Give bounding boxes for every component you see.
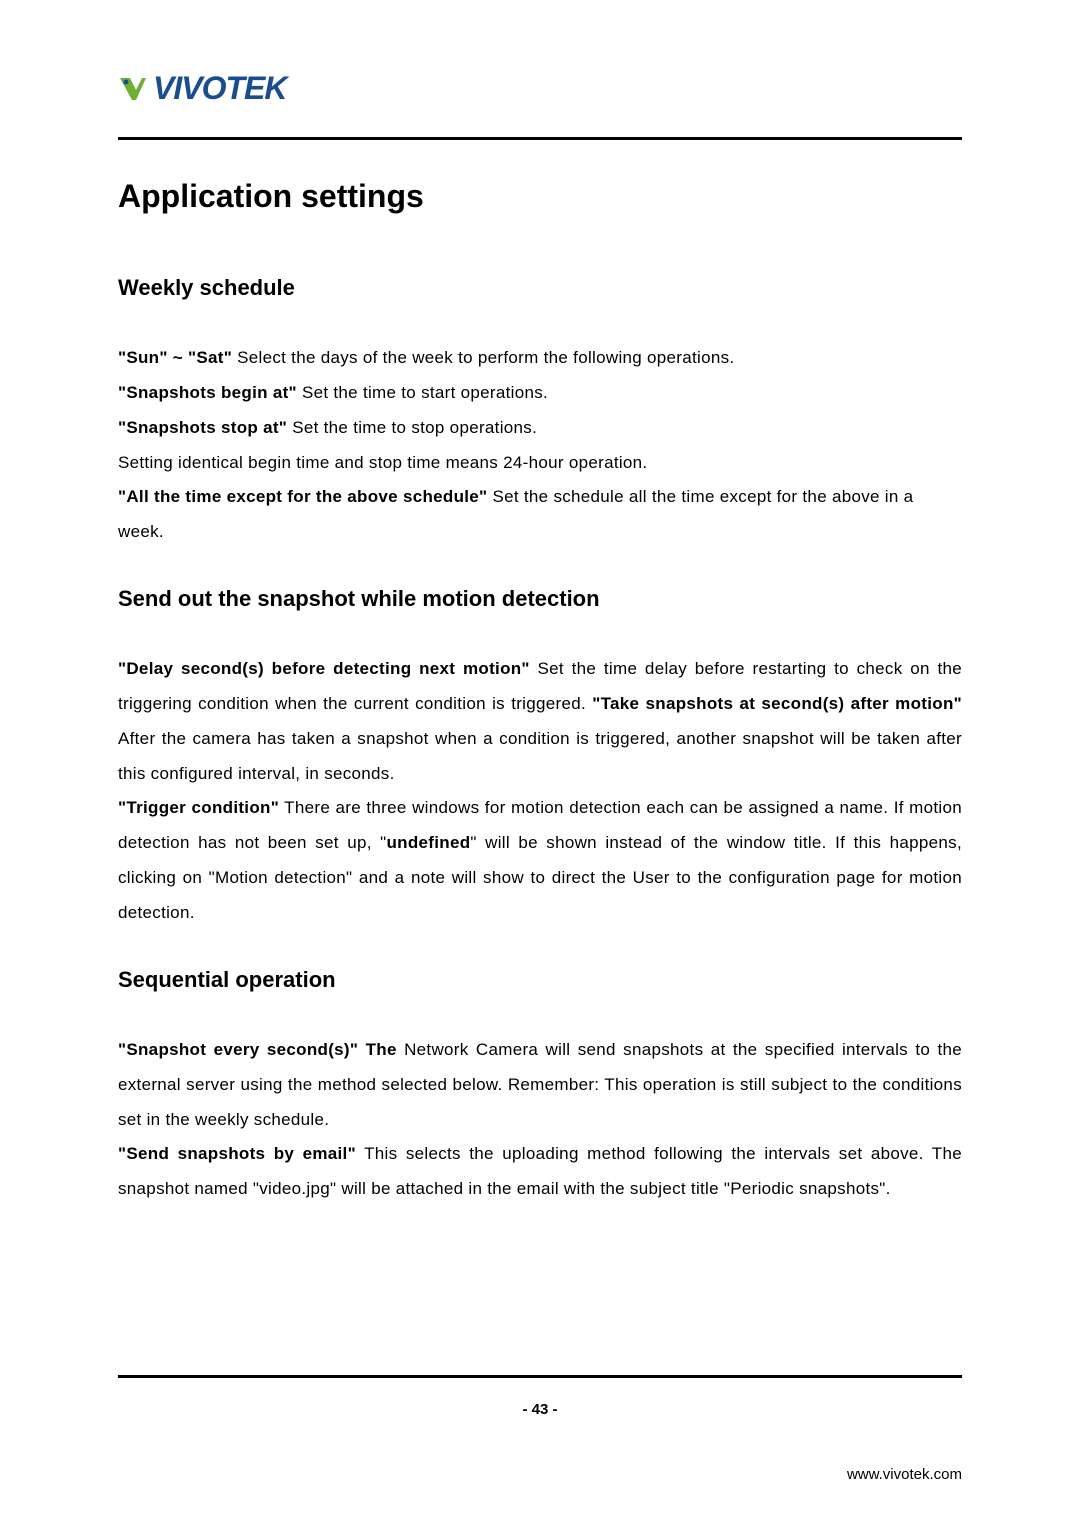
header-rule [118,137,962,140]
label-every: "Snapshot every second(s)" The [118,1040,397,1059]
sequential-body: "Snapshot every second(s)" The Network C… [118,1033,962,1207]
motion-body: "Delay second(s) before detecting next m… [118,652,962,931]
label-trigger: "Trigger condition" [118,798,279,817]
text-snapshots-begin: Set the time to start operations. [297,383,548,402]
label-delay: "Delay second(s) before detecting next m… [118,659,530,678]
label-take: "Take snapshots at second(s) after motio… [592,694,962,713]
label-except: "All the time except for the above sched… [118,487,487,506]
brand-logo: VIVOTEK [118,70,962,107]
logo-icon [118,74,148,104]
section-heading-weekly: Weekly schedule [118,275,962,301]
page-title: Application settings [118,178,962,215]
label-snapshots-begin: "Snapshots begin at" [118,383,297,402]
label-snapshots-stop: "Snapshots stop at" [118,418,287,437]
label-email: "Send snapshots by email" [118,1144,356,1163]
footer-url: www.vivotek.com [847,1466,962,1483]
text-undefined: undefined [386,833,470,852]
text-take: After the camera has taken a snapshot wh… [118,729,962,783]
section-heading-sequential: Sequential operation [118,967,962,993]
brand-name: VIVOTEK [153,70,286,107]
text-identical: Setting identical begin time and stop ti… [118,453,647,472]
page-number: - 43 - [0,1401,1080,1418]
weekly-body: "Sun" ~ "Sat" Select the days of the wee… [118,341,962,550]
label-sun-sat: "Sun" ~ "Sat" [118,348,232,367]
text-sun-sat: Select the days of the week to perform t… [232,348,734,367]
text-snapshots-stop: Set the time to stop operations. [287,418,537,437]
section-heading-motion: Send out the snapshot while motion detec… [118,586,962,612]
footer-rule [118,1375,962,1378]
